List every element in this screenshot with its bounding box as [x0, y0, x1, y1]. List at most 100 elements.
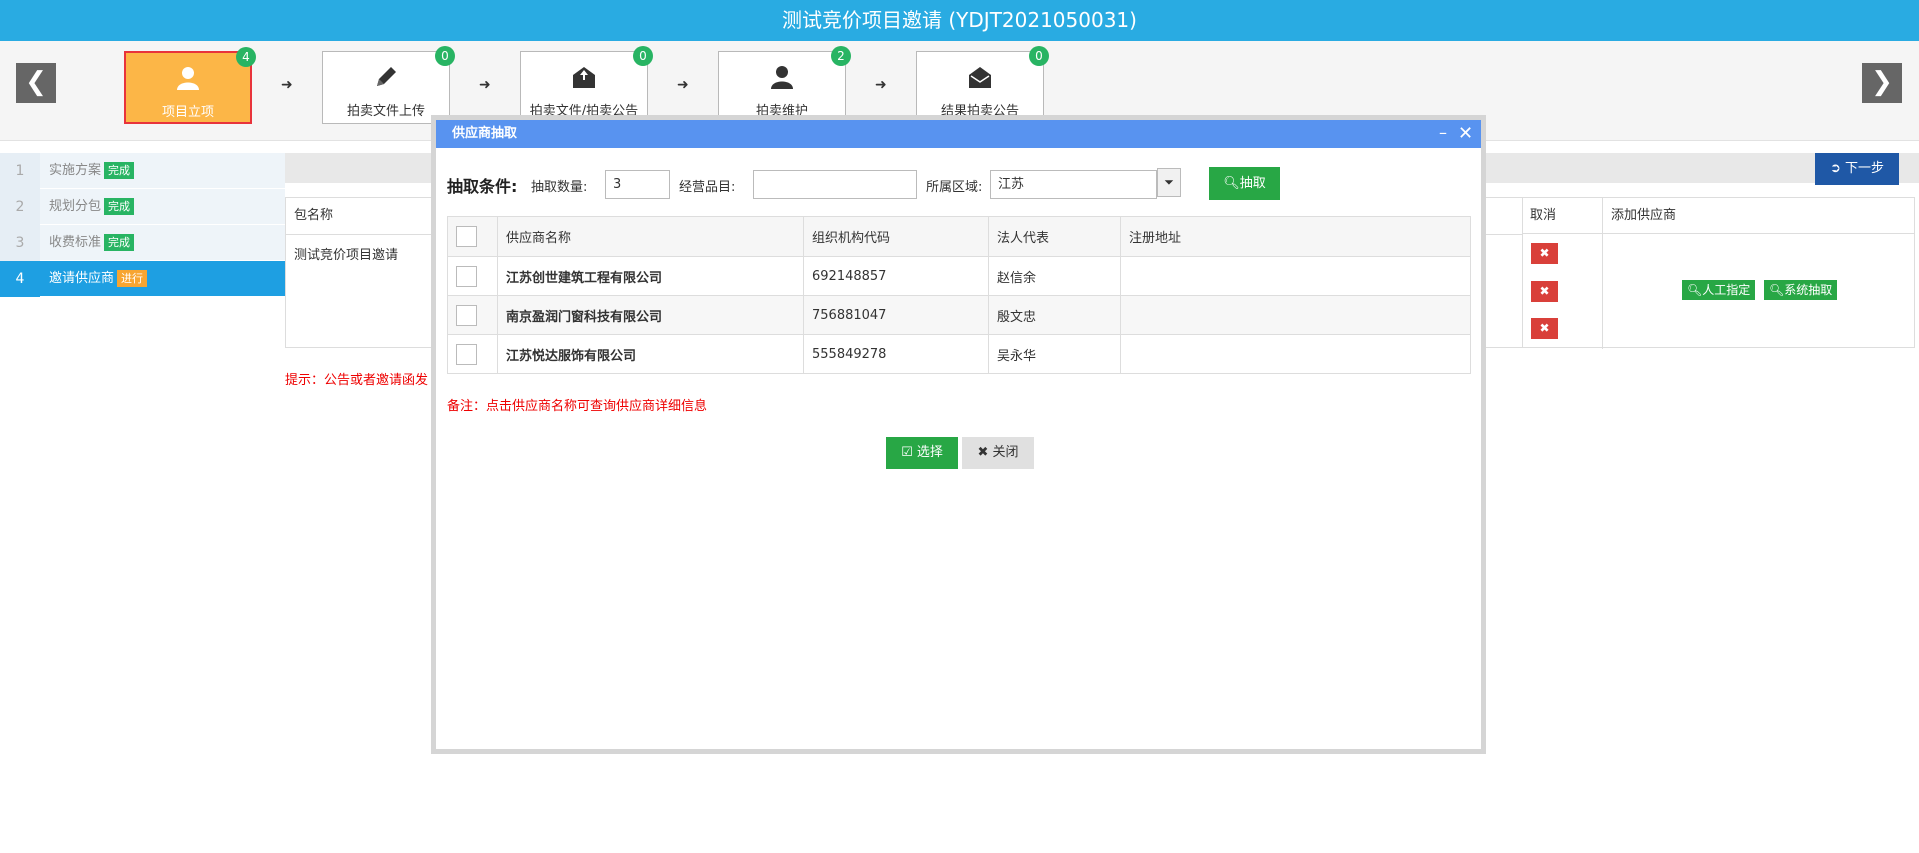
column-header: 注册地址 [1120, 216, 1471, 257]
sidebar-item-label: 实施方案 [49, 163, 102, 178]
category-label: 经营品目: [679, 180, 736, 195]
arrow-circle-icon: ➲ [1829, 161, 1845, 176]
region-label: 所属区域: [926, 180, 983, 195]
column-header: 法人代表 [988, 216, 1121, 257]
sidebar-item-fees[interactable]: 3 收费标准 完成 [0, 225, 285, 261]
remove-button[interactable]: ✖ [1531, 243, 1558, 264]
next-step-label: 下一步 [1845, 161, 1885, 176]
sidebar-item-number: 3 [0, 225, 40, 261]
region-select[interactable]: 江苏 [990, 170, 1157, 199]
sidebar-item-label: 邀请供应商 [49, 271, 115, 286]
legal-rep-cell: 赵信余 [988, 256, 1121, 296]
org-code-cell: 756881047 [803, 295, 989, 335]
user-icon [719, 64, 845, 90]
supplier-table: 供应商名称 组织机构代码 法人代表 注册地址 江苏创世建筑工程有限公司 6921… [447, 216, 1471, 374]
address-cell [1120, 256, 1471, 296]
supplier-name-link[interactable]: 南京盈润门窗科技有限公司 [497, 295, 804, 335]
legal-rep-cell: 殷文忠 [988, 295, 1121, 335]
page-title: 测试竞价项目邀请 (YDJT2021050031) [0, 0, 1919, 41]
next-step-button[interactable]: ➲ 下一步 [1815, 153, 1899, 185]
step-result-announcement[interactable]: 结果拍卖公告 0 [916, 46, 1049, 124]
row-checkbox[interactable] [456, 343, 477, 365]
step-announcement[interactable]: 拍卖文件/拍卖公告 0 [520, 46, 653, 124]
system-extract-button[interactable]: 🔍︎系统抽取 [1764, 280, 1838, 300]
hint-text: 提示：公告或者邀请函发 [285, 373, 429, 388]
select-all-checkbox[interactable] [456, 226, 477, 247]
flow-arrow-icon: ➜ [479, 77, 491, 93]
address-cell [1120, 334, 1471, 374]
prev-arrow-button[interactable]: ❮ [16, 63, 56, 103]
envelope-upload-icon [521, 64, 647, 90]
sidebar-item-label: 收费标准 [49, 235, 102, 250]
extract-button[interactable]: 🔍︎抽取 [1209, 167, 1280, 200]
sidebar-item-packaging[interactable]: 2 规划分包 完成 [0, 189, 285, 225]
column-header: 供应商名称 [497, 216, 804, 257]
search-icon: 🔍︎ [1769, 283, 1785, 297]
close-icon[interactable]: ✕ [1458, 120, 1473, 148]
close-button[interactable]: ✖ 关闭 [962, 437, 1034, 469]
supplier-name-link[interactable]: 江苏创世建筑工程有限公司 [497, 256, 804, 296]
dialog-title: 供应商抽取 [452, 126, 518, 141]
sidebar-item-number: 1 [0, 153, 40, 189]
note-text: 备注：点击供应商名称可查询供应商详细信息 [447, 399, 708, 414]
package-name-header: 包名称 [294, 208, 334, 223]
step-badge: 0 [633, 46, 653, 66]
dialog-header: 供应商抽取 – ✕ [436, 120, 1481, 148]
table-row: 江苏悦达服饰有限公司 555849278 吴永华 [447, 334, 1471, 374]
status-badge: 进行 [117, 270, 148, 287]
close-icon: ✖ [977, 445, 993, 460]
quantity-input[interactable]: 3 [605, 170, 670, 199]
sidebar-item-number: 4 [0, 261, 40, 297]
status-badge: 完成 [104, 234, 135, 251]
row-checkbox[interactable] [456, 265, 477, 287]
envelope-icon [917, 64, 1043, 90]
org-code-cell: 692148857 [803, 256, 989, 296]
supplier-extract-dialog: 供应商抽取 – ✕ 抽取条件: 抽取数量: 3 经营品目: 所属区域: 江苏 ⏷… [431, 115, 1486, 754]
step-badge: 2 [831, 46, 851, 66]
manual-assign-button[interactable]: 🔍︎人工指定 [1682, 280, 1756, 300]
quantity-label: 抽取数量: [531, 180, 588, 195]
minimize-icon[interactable]: – [1439, 120, 1447, 146]
table-row: 江苏创世建筑工程有限公司 692148857 赵信余 [447, 256, 1471, 296]
search-icon: 🔍︎ [1687, 283, 1703, 297]
status-badge: 完成 [104, 198, 135, 215]
flow-arrow-icon: ➜ [281, 77, 293, 93]
step-maintenance[interactable]: 拍卖维护 2 [718, 46, 851, 124]
step-badge: 0 [1029, 46, 1049, 66]
org-code-cell: 555849278 [803, 334, 989, 374]
select-button[interactable]: ☑ 选择 [886, 437, 958, 469]
step-label: 项目立项 [161, 105, 214, 120]
user-icon [126, 65, 250, 91]
search-icon: 🔍︎ [1223, 176, 1240, 191]
check-square-icon: ☑ [901, 445, 917, 460]
cancel-header: 取消 [1523, 198, 1603, 234]
add-supplier-header: 添加供应商 [1603, 198, 1914, 234]
package-name-cell: 测试竞价项目邀请 [294, 248, 399, 263]
step-file-upload[interactable]: 拍卖文件上传 0 [322, 46, 455, 124]
supplier-name-link[interactable]: 江苏悦达服饰有限公司 [497, 334, 804, 374]
sidebar-item-invite-suppliers[interactable]: 4 邀请供应商 进行 [0, 261, 285, 297]
flow-arrow-icon: ➜ [875, 77, 887, 93]
pencil-icon [323, 64, 449, 90]
column-header: 组织机构代码 [803, 216, 989, 257]
step-project-setup[interactable]: 项目立项 4 [124, 47, 256, 124]
conditions-label: 抽取条件: [447, 177, 518, 196]
address-cell [1120, 295, 1471, 335]
legal-rep-cell: 吴永华 [988, 334, 1121, 374]
row-checkbox[interactable] [456, 304, 477, 326]
sidebar-item-plan[interactable]: 1 实施方案 完成 [0, 153, 285, 189]
table-row: 南京盈润门窗科技有限公司 756881047 殷文忠 [447, 295, 1471, 335]
chevron-down-icon[interactable]: ⏷ [1157, 168, 1181, 197]
flow-arrow-icon: ➜ [677, 77, 689, 93]
remove-button[interactable]: ✖ [1531, 281, 1558, 302]
sidebar-item-number: 2 [0, 189, 40, 225]
sidebar: 1 实施方案 完成 2 规划分包 完成 3 收费标准 完成 4 邀请供应商 进行 [0, 153, 285, 297]
sidebar-item-label: 规划分包 [49, 199, 102, 214]
category-input[interactable] [753, 170, 917, 199]
status-badge: 完成 [104, 162, 135, 179]
package-actions: 取消 ✖ ✖ ✖ 添加供应商 🔍︎人工指定 🔍︎系统抽取 [1522, 197, 1915, 349]
step-badge: 4 [236, 47, 256, 67]
next-arrow-button[interactable]: ❯ [1862, 63, 1902, 103]
step-badge: 0 [435, 46, 455, 66]
remove-button[interactable]: ✖ [1531, 318, 1558, 339]
